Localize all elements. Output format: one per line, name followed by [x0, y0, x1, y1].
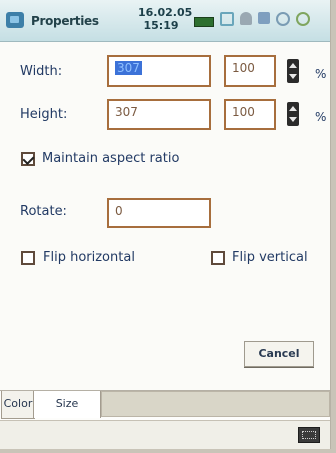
height-value: 307: [115, 105, 138, 119]
width-percent-input[interactable]: 100: [224, 55, 276, 87]
maintain-aspect-checkbox[interactable]: [21, 152, 35, 166]
flip-horizontal-checkbox[interactable]: [21, 251, 35, 265]
keyboard-icon[interactable]: [298, 427, 320, 443]
window-title: Properties: [31, 14, 99, 28]
sync-icon[interactable]: [276, 12, 290, 26]
bottom-bar: [0, 420, 330, 449]
app-icon[interactable]: [6, 12, 24, 28]
connection-icon[interactable]: [220, 12, 234, 26]
width-value: 307: [115, 61, 142, 75]
width-percent-symbol: %: [315, 67, 327, 81]
flip-horizontal-label: Flip horizontal: [43, 250, 135, 265]
tab-bar: Color Size: [0, 390, 330, 420]
cancel-button[interactable]: Cancel: [244, 341, 314, 367]
height-percent-value: 100: [232, 105, 255, 119]
height-percent-input[interactable]: 100: [224, 99, 276, 130]
height-label: Height:: [20, 107, 68, 122]
flip-vertical-checkbox[interactable]: [211, 251, 225, 265]
title-bar: Properties 16.02.05 15:19: [0, 0, 330, 42]
height-input[interactable]: 307: [107, 99, 211, 130]
width-label: Width:: [20, 64, 63, 79]
maintain-aspect-label: Maintain aspect ratio: [42, 151, 180, 166]
battery-icon[interactable]: [194, 17, 214, 27]
clock-date: 16.02.05: [138, 6, 193, 19]
clock-time: 15:19: [143, 19, 179, 32]
rotate-value: 0: [115, 204, 123, 218]
notification-icon[interactable]: [240, 12, 252, 25]
ok-icon[interactable]: [296, 12, 310, 26]
tab-bar-empty: [101, 391, 330, 417]
width-spinner[interactable]: [287, 59, 299, 83]
rotate-input[interactable]: 0: [107, 198, 211, 228]
device-frame: Properties 16.02.05 15:19 Width: 307 100…: [0, 0, 336, 453]
screen: Properties 16.02.05 15:19 Width: 307 100…: [0, 0, 331, 449]
height-spinner[interactable]: [287, 102, 299, 126]
tab-color[interactable]: Color: [1, 391, 35, 419]
width-percent-value: 100: [232, 61, 255, 75]
status-icons: [194, 12, 310, 27]
speaker-icon[interactable]: [258, 12, 270, 24]
flip-vertical-label: Flip vertical: [232, 250, 308, 265]
height-percent-symbol: %: [315, 110, 327, 124]
tab-size[interactable]: Size: [33, 391, 101, 418]
width-input[interactable]: 307: [107, 55, 211, 87]
clock[interactable]: 16.02.05 15:19: [138, 6, 193, 32]
rotate-label: Rotate:: [20, 204, 67, 219]
